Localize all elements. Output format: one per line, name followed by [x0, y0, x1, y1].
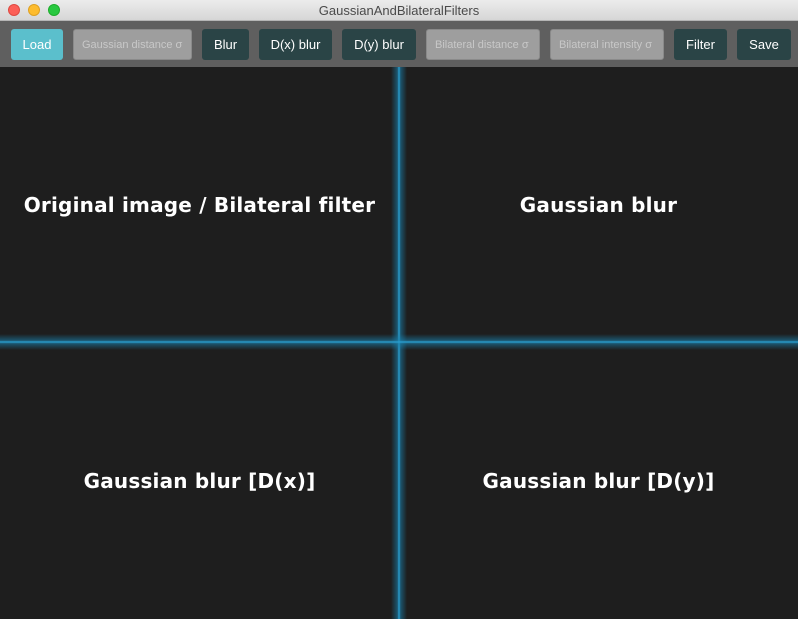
pane-gaussian-blur: Gaussian blur: [399, 67, 798, 342]
window-title: GaussianAndBilateralFilters: [318, 3, 480, 18]
bilateral-distance-input[interactable]: Bilateral distance σ: [426, 29, 540, 60]
save-button[interactable]: Save: [737, 29, 791, 60]
toolbar: Load Gaussian distance σ Blur D(x) blur …: [0, 21, 798, 67]
title-bar: GaussianAndBilateralFilters: [0, 0, 798, 21]
filter-button[interactable]: Filter: [674, 29, 727, 60]
pane-label-gaussian-dy: Gaussian blur [D(y)]: [482, 468, 715, 493]
pane-label-original-bilateral: Original image / Bilateral filter: [23, 192, 376, 217]
dy-blur-button[interactable]: D(y) blur: [342, 29, 416, 60]
horizontal-divider: [0, 334, 798, 350]
pane-gaussian-dx: Gaussian blur [D(x)]: [0, 342, 399, 619]
blur-button[interactable]: Blur: [202, 29, 249, 60]
dx-blur-button[interactable]: D(x) blur: [259, 29, 332, 60]
pane-label-gaussian-dx: Gaussian blur [D(x)]: [83, 468, 316, 493]
load-button[interactable]: Load: [11, 29, 63, 60]
pane-label-gaussian-blur: Gaussian blur: [519, 192, 678, 217]
gaussian-distance-input[interactable]: Gaussian distance σ: [73, 29, 192, 60]
bilateral-intensity-input[interactable]: Bilateral intensity σ: [550, 29, 664, 60]
pane-original-bilateral: Original image / Bilateral filter: [0, 67, 399, 342]
pane-gaussian-dy: Gaussian blur [D(y)]: [399, 342, 798, 619]
